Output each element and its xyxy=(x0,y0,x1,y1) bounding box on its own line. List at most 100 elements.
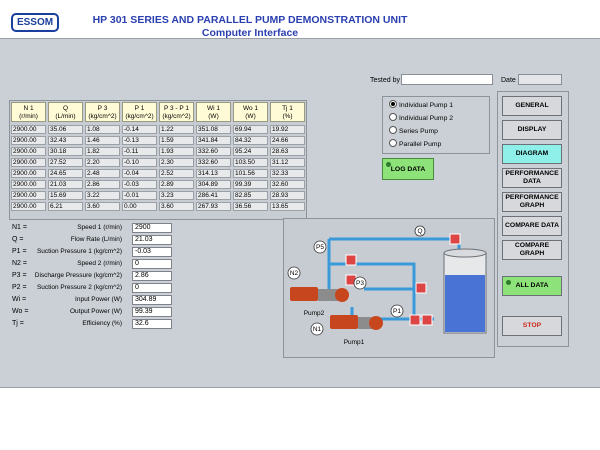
table-cell: -0.03 xyxy=(122,180,157,189)
radio-series-pump[interactable]: Series Pump xyxy=(389,126,438,137)
table-cell: 24.66 xyxy=(270,136,305,145)
parameter-symbol: N2 = xyxy=(12,260,27,267)
status-led-icon xyxy=(386,162,391,167)
label-q: Q xyxy=(417,228,422,235)
stop-button[interactable]: STOP xyxy=(502,316,562,336)
parameter-description: Suction Pressure 1 (kg/cm^2) xyxy=(36,248,122,255)
table-cell: 28.63 xyxy=(270,147,305,156)
valve-icon xyxy=(449,233,461,245)
parameter-symbol: Wi = xyxy=(12,296,27,303)
title-line-1: HP 301 SERIES AND PARALLEL PUMP DEMONSTR… xyxy=(92,14,408,26)
date-input[interactable] xyxy=(518,74,562,85)
side-navigation: GENERAL DISPLAY DIAGRAM PERFORMANCE DATA … xyxy=(497,91,569,347)
log-data-button[interactable]: LOG DATA xyxy=(382,158,434,180)
table-cell: 6.21 xyxy=(48,202,83,211)
all-data-button[interactable]: ALL DATA xyxy=(502,276,562,296)
parameter-value: 0 xyxy=(132,283,172,293)
table-cell: 0.00 xyxy=(122,202,157,211)
pump-2-head xyxy=(335,288,349,302)
table-cell: 2900.00 xyxy=(11,169,46,178)
table-cell: 267.93 xyxy=(196,202,231,211)
pump-1 xyxy=(330,315,383,330)
date-label: Date xyxy=(501,77,516,84)
label-n2: N2 xyxy=(290,270,299,277)
table-cell: 2900.00 xyxy=(11,191,46,200)
table-cell: 286.41 xyxy=(196,191,231,200)
parameter-value: 99.39 xyxy=(132,307,172,317)
table-cell: 332.60 xyxy=(196,158,231,167)
table-row: 2900.00 35.06 1.08 -0.14 1.22 351.08 69.94 19.9… xyxy=(10,125,306,135)
table-cell: 3.22 xyxy=(85,191,120,200)
parameter-value: 32.6 xyxy=(132,319,172,329)
label-pump1: Pump1 xyxy=(344,339,365,346)
table-cell: 332.60 xyxy=(196,147,231,156)
table-cell: 21.03 xyxy=(48,180,83,189)
table-cell: 2900.00 xyxy=(11,180,46,189)
table-cell: 2900.00 xyxy=(11,136,46,145)
table-cell: 30.18 xyxy=(48,147,83,156)
table-cell: 1.08 xyxy=(85,125,120,134)
table-column-header: P 3 (kg/cm^2) xyxy=(85,102,120,122)
table-cell: 35.06 xyxy=(48,125,83,134)
tested-by-input[interactable] xyxy=(401,74,493,85)
table-cell: 82.85 xyxy=(233,191,268,200)
parameter-description: Efficiency (%) xyxy=(82,320,122,327)
pump-diagram-svg: P5 P3 P1 Q N2 N1 Pump2 Pump1 xyxy=(287,225,487,346)
table-column-header: Tj 1 (%) xyxy=(270,102,305,122)
parameter-row: Wi = Input Power (W) 304.89 xyxy=(12,295,172,305)
parameter-row: N1 = Speed 1 (r/min) 2900 xyxy=(12,223,172,233)
table-cell: 2900.00 xyxy=(11,147,46,156)
table-cell: 1.59 xyxy=(159,136,194,145)
pump-2 xyxy=(290,287,349,302)
table-cell: 314.13 xyxy=(196,169,231,178)
table-cell: 341.84 xyxy=(196,136,231,145)
tested-by-label: Tested by xyxy=(370,77,400,84)
table-cell: 69.94 xyxy=(233,125,268,134)
parameter-value: 21.03 xyxy=(132,235,172,245)
pipe-upper xyxy=(329,262,416,291)
compare-graph-button[interactable]: COMPARE GRAPH xyxy=(502,240,562,260)
table-cell: 13.65 xyxy=(270,202,305,211)
diagram-button[interactable]: DIAGRAM xyxy=(502,144,562,164)
page-title: HP 301 SERIES AND PARALLEL PUMP DEMONSTR… xyxy=(80,14,420,40)
valve-icon xyxy=(415,282,427,294)
radio-individual-pump-1[interactable]: Individual Pump 1 xyxy=(389,100,453,111)
radio-dot-icon xyxy=(389,113,397,122)
radio-dot-icon xyxy=(389,126,397,135)
parameter-description: Flow Rate (L/min) xyxy=(70,236,122,243)
parameter-description: Output Power (W) xyxy=(69,308,122,315)
valve-icon xyxy=(409,314,421,326)
parameter-row: Tj = Efficiency (%) 32.6 xyxy=(12,319,172,329)
essom-logo: ESSOM xyxy=(11,13,59,32)
table-row: 2900.00 27.52 2.20 -0.10 2.30 332.60 103.50 31.… xyxy=(10,158,306,168)
parameter-symbol: Q = xyxy=(12,236,24,243)
table-cell: -0.04 xyxy=(122,169,157,178)
table-row: 2900.00 6.21 3.60 0.00 3.60 267.93 36.56 13.65 xyxy=(10,202,306,212)
table-cell: 28.93 xyxy=(270,191,305,200)
radio-dot-icon xyxy=(389,100,397,109)
parameter-symbol: P1 = xyxy=(12,248,27,255)
parameter-description: Suction Pressure 2 (kg/cm^2) xyxy=(36,284,122,291)
table-row: 2900.00 32.43 1.46 -0.13 1.59 341.84 84.32 24.6… xyxy=(10,136,306,146)
general-button[interactable]: GENERAL xyxy=(502,96,562,116)
table-column-header: N 1 (r/min) xyxy=(11,102,46,122)
radio-parallel-pump[interactable]: Parallel Pump xyxy=(389,139,441,150)
table-cell: -0.11 xyxy=(122,147,157,156)
parameter-row: Q = Flow Rate (L/min) 21.03 xyxy=(12,235,172,245)
table-cell: 2.30 xyxy=(159,158,194,167)
compare-data-button[interactable]: COMPARE DATA xyxy=(502,216,562,236)
table-cell: 2.48 xyxy=(85,169,120,178)
table-cell: 36.56 xyxy=(233,202,268,211)
table-cell: 99.39 xyxy=(233,180,268,189)
table-cell: -0.01 xyxy=(122,191,157,200)
label-pump2: Pump2 xyxy=(304,310,325,317)
table-cell: 103.50 xyxy=(233,158,268,167)
performance-graph-button[interactable]: PERFORMANCE GRAPH xyxy=(502,192,562,212)
table-row: 2900.00 15.69 3.22 -0.01 3.23 286.41 82.85 28.9… xyxy=(10,191,306,201)
table-cell: 2900.00 xyxy=(11,158,46,167)
display-button[interactable]: DISPLAY xyxy=(502,120,562,140)
results-table: N 1 (r/min) Q (L/min) P 3 (kg/cm^2) P 1 (kg/cm^… xyxy=(9,100,307,220)
performance-data-button[interactable]: PERFORMANCE DATA xyxy=(502,168,562,188)
parameter-symbol: Tj = xyxy=(12,320,24,327)
radio-individual-pump-2[interactable]: Individual Pump 2 xyxy=(389,113,453,124)
